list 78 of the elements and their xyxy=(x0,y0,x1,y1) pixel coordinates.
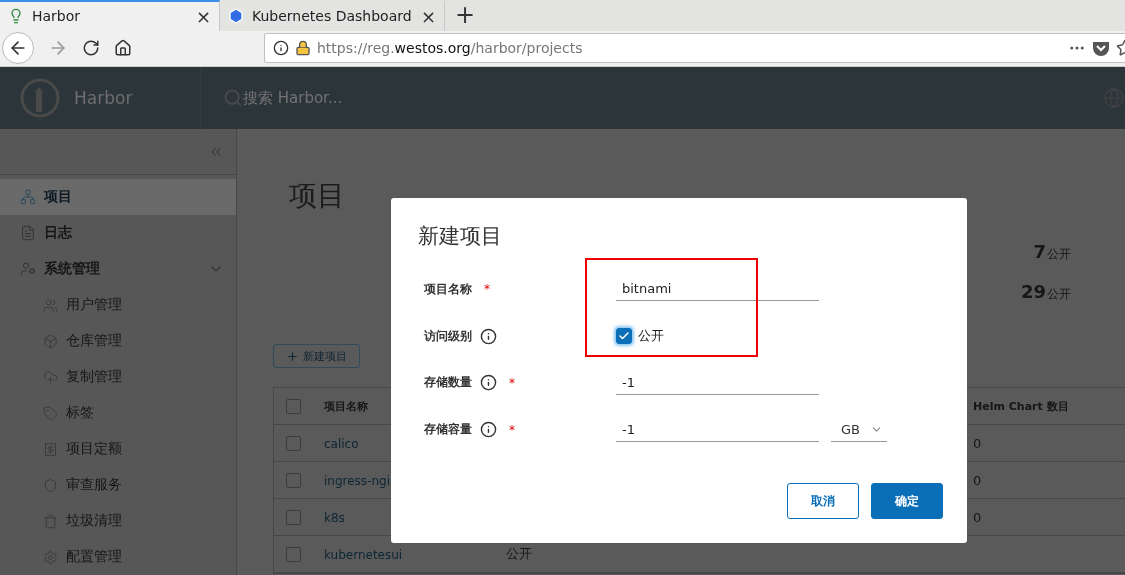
sidebar-item[interactable]: 复制管理 xyxy=(0,359,236,395)
table-cell: 公开 xyxy=(506,546,532,561)
row-checkbox[interactable] xyxy=(286,472,301,488)
reload-button[interactable] xyxy=(82,39,100,58)
harbor-favicon-icon xyxy=(8,8,24,25)
sidebar-item[interactable]: 项目定额 xyxy=(0,431,236,467)
lock-warning-icon[interactable] xyxy=(295,40,311,57)
page-title: 项目 xyxy=(288,178,346,214)
sidebar-item[interactable]: 用户管理 xyxy=(0,287,236,323)
select-all-checkbox[interactable] xyxy=(286,398,301,414)
tab-title: Kubernetes Dashboard xyxy=(252,8,413,25)
pocket-icon[interactable] xyxy=(1092,40,1110,57)
sidebar-item[interactable]: 日志 xyxy=(0,215,236,251)
sidebar-item[interactable]: 配置管理 xyxy=(0,539,236,575)
project-link[interactable]: kubernetesui xyxy=(324,547,403,562)
stat-value: 7 xyxy=(1033,241,1046,262)
field-label: 项目名称 xyxy=(424,280,472,298)
menu-icon xyxy=(43,405,58,421)
checkbox-label: 公开 xyxy=(638,327,664,346)
brand-name: Harbor xyxy=(74,88,134,108)
field-label: 访问级别 xyxy=(424,327,472,345)
required-mark: * xyxy=(484,282,490,297)
table-cell: 0 xyxy=(973,509,982,525)
search-field[interactable]: 搜索 Harbor... xyxy=(243,88,1103,108)
row-checkbox[interactable] xyxy=(286,509,301,525)
stat-unit: 公开 xyxy=(1047,286,1071,303)
project-link[interactable]: calico xyxy=(324,436,359,451)
close-tab-button[interactable]: × xyxy=(420,5,436,27)
menu-icon xyxy=(43,333,58,349)
info-icon[interactable] xyxy=(480,421,497,439)
menu-icon xyxy=(43,441,58,457)
search-icon xyxy=(223,88,243,108)
menu-icon xyxy=(43,369,58,385)
table-cell: 0 xyxy=(973,435,982,451)
row-checkbox[interactable] xyxy=(286,546,301,562)
menu-icon xyxy=(43,549,58,565)
menu-icon xyxy=(43,477,58,493)
url-text: https://reg.westos.org/harbor/projects xyxy=(317,40,584,57)
sidebar-item[interactable]: 项目 xyxy=(0,179,236,215)
sidebar-item[interactable]: 系统管理 xyxy=(0,251,236,287)
required-mark: * xyxy=(509,422,515,437)
field-label: 存储容量 xyxy=(424,421,472,439)
cancel-button[interactable]: 取消 xyxy=(787,483,859,519)
project-link[interactable]: k8s xyxy=(324,510,345,525)
sidebar-item[interactable]: 审查服务 xyxy=(0,467,236,503)
tab-title: Harbor xyxy=(32,8,82,25)
browser-tab[interactable]: Harbor × xyxy=(0,0,220,31)
info-icon[interactable] xyxy=(480,374,497,392)
project-link[interactable]: ingress-ngi xyxy=(324,473,390,488)
info-icon[interactable] xyxy=(273,40,289,57)
back-button[interactable] xyxy=(2,32,34,65)
stat-value: 29 xyxy=(1020,281,1046,302)
new-tab-button[interactable]: + xyxy=(445,1,486,30)
row-checkbox[interactable] xyxy=(286,435,301,451)
unit-select[interactable]: GB xyxy=(831,417,887,442)
menu-icon xyxy=(20,261,36,277)
public-checkbox[interactable] xyxy=(616,328,632,345)
table-cell: 0 xyxy=(973,472,982,488)
home-button[interactable] xyxy=(114,39,132,58)
column-header[interactable]: Helm Chart 数目 xyxy=(963,398,1125,414)
plus-icon xyxy=(286,349,299,363)
confirm-button[interactable]: 确定 xyxy=(871,483,943,519)
stat-unit: 公开 xyxy=(1047,246,1071,263)
dialog-title: 新建项目 xyxy=(418,223,503,250)
close-tab-button[interactable]: × xyxy=(195,5,211,27)
address-bar[interactable]: https://reg.westos.org/harbor/projects xyxy=(264,33,1125,64)
menu-icon xyxy=(20,225,36,241)
sidebar-item[interactable]: 垃圾清理 xyxy=(0,503,236,539)
hexagon-favicon-icon xyxy=(228,8,244,25)
required-mark: * xyxy=(509,375,515,390)
field-label: 存储数量 xyxy=(424,374,472,392)
menu-icon xyxy=(43,297,58,313)
new-project-button[interactable]: 新建项目 xyxy=(273,344,360,368)
menu-icon xyxy=(20,189,36,205)
sidebar-item[interactable]: 仓库管理 xyxy=(0,323,236,359)
sidebar-item[interactable]: 标签 xyxy=(0,395,236,431)
info-icon[interactable] xyxy=(480,327,497,345)
menu-icon xyxy=(43,513,58,529)
